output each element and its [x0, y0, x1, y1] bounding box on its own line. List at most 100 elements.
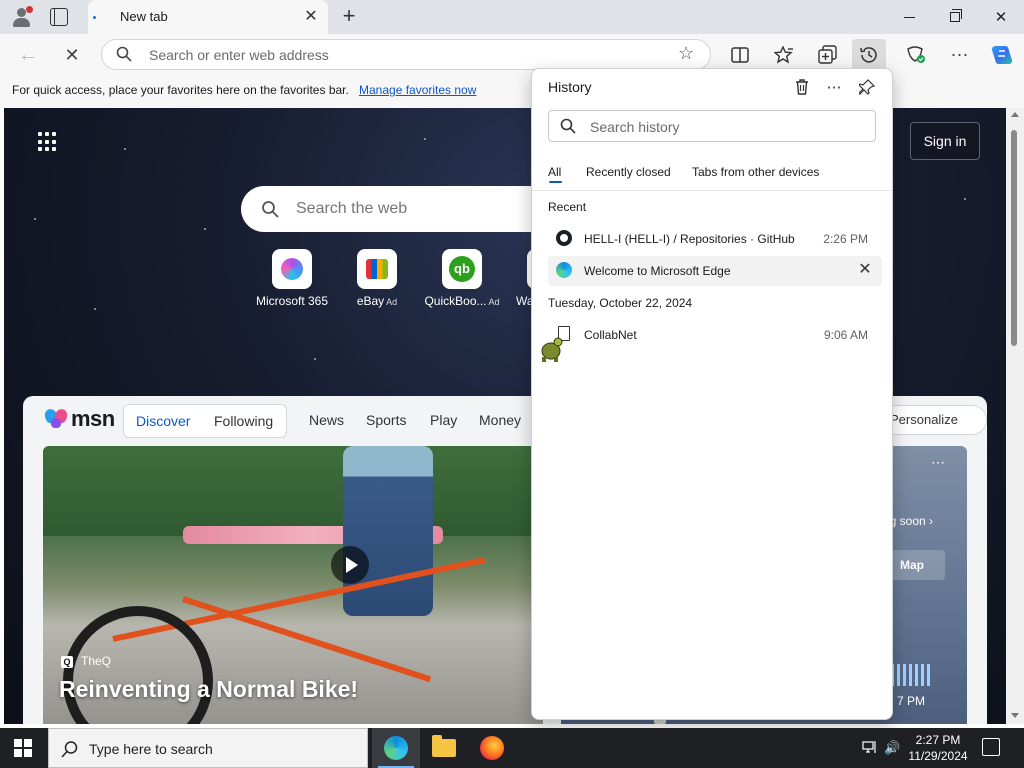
manage-favorites-link[interactable]: Manage favorites now	[359, 83, 476, 97]
web-search-placeholder: Search the web	[296, 200, 408, 217]
personalize-button[interactable]: Personalize	[877, 405, 987, 435]
profile-icon[interactable]	[10, 6, 33, 28]
favorite-star-icon[interactable]: ☆	[678, 43, 694, 64]
scroll-up-icon[interactable]	[1011, 112, 1019, 117]
taskbar: Type here to search 🔊 2:27 PM 11/29/2024	[0, 728, 1024, 768]
msn-logo[interactable]: msn	[42, 406, 115, 432]
nav-sports[interactable]: Sports	[366, 412, 406, 428]
search-icon	[262, 201, 279, 218]
address-placeholder: Search or enter web address	[149, 47, 329, 63]
taskbar-search-box[interactable]: Type here to search	[48, 728, 368, 768]
tab-favicon-icon	[93, 16, 96, 19]
split-screen-icon[interactable]	[726, 41, 754, 69]
notification-center-icon[interactable]	[982, 738, 1000, 756]
source-name: TheQ	[81, 654, 112, 668]
tab-following[interactable]: Following	[214, 413, 273, 429]
history-item-title: CollabNet	[584, 328, 637, 342]
system-clock[interactable]: 2:27 PM 11/29/2024	[902, 732, 974, 764]
ad-label: Ad	[386, 297, 398, 307]
hero-headline[interactable]: Reinventing a Normal Bike!	[59, 676, 358, 703]
divider	[532, 190, 892, 191]
history-search-placeholder: Search history	[590, 119, 680, 135]
stop-loading-icon[interactable]: ✕	[58, 41, 86, 69]
quick-link-label: Microsoft 365	[255, 294, 329, 308]
microsoft-365-icon	[281, 258, 303, 280]
tab-other-devices[interactable]: Tabs from other devices	[692, 165, 819, 179]
card-more-icon[interactable]: ⋯	[931, 454, 946, 471]
copilot-icon[interactable]	[988, 41, 1016, 69]
section-label-date: Tuesday, October 22, 2024	[548, 296, 693, 310]
volume-icon[interactable]: 🔊	[884, 740, 900, 756]
history-panel: History ⋯ Search history All Recently cl…	[531, 68, 893, 720]
history-item[interactable]: Welcome to Microsoft Edge ✕	[548, 256, 882, 286]
clock-time: 2:27 PM	[915, 733, 961, 747]
source-logo-icon: Q	[61, 656, 73, 668]
msn-butterfly-icon	[42, 407, 70, 430]
search-icon	[560, 118, 576, 134]
delete-history-icon[interactable]	[790, 75, 814, 99]
favorites-bar-message: For quick access, place your favorites h…	[12, 83, 349, 97]
tab-strip: New tab ✕ + ✕	[0, 0, 1024, 34]
tab-discover[interactable]: Discover	[136, 413, 190, 429]
favorites-icon[interactable]	[770, 41, 798, 69]
quick-link-label: QuickBoo...	[424, 294, 487, 308]
windows-start-icon[interactable]	[14, 739, 32, 757]
history-item-time: 2:26 PM	[823, 232, 868, 246]
back-icon[interactable]: ←	[14, 41, 42, 69]
history-more-options-icon[interactable]: ⋯	[822, 75, 846, 99]
ebay-icon	[366, 259, 388, 279]
history-item[interactable]: CollabNet 9:06 AM	[548, 320, 882, 350]
history-item-title: HELL-I (HELL-I) / Repositories · GitHub	[584, 232, 795, 246]
quickbooks-icon: qb	[449, 256, 475, 282]
collections-icon[interactable]	[814, 41, 842, 69]
history-icon[interactable]	[852, 39, 886, 71]
network-icon[interactable]	[862, 740, 878, 757]
scroll-down-icon[interactable]	[1011, 713, 1019, 718]
apps-launcher-icon[interactable]	[38, 132, 58, 152]
quick-link-microsoft-365[interactable]: Microsoft 365	[247, 249, 337, 308]
cyclist-image	[343, 446, 433, 616]
tab-all[interactable]: All	[548, 165, 561, 179]
pin-icon[interactable]	[855, 75, 879, 99]
settings-more-icon[interactable]: ⋯	[946, 41, 974, 69]
nav-play[interactable]: Play	[430, 412, 457, 428]
sign-in-button[interactable]: Sign in	[910, 122, 980, 160]
browser-essentials-icon[interactable]	[902, 41, 930, 69]
taskbar-file-explorer[interactable]	[420, 728, 468, 768]
new-tab-icon[interactable]: +	[338, 5, 360, 27]
history-search-input[interactable]: Search history	[548, 110, 876, 142]
scroll-thumb[interactable]	[1011, 130, 1017, 346]
active-tab-indicator	[549, 181, 562, 183]
search-icon	[116, 46, 132, 62]
tab-recently-closed[interactable]: Recently closed	[586, 165, 671, 179]
play-icon[interactable]	[331, 546, 369, 584]
firefox-icon	[480, 736, 504, 760]
taskbar-edge[interactable]	[372, 728, 420, 768]
minimize-button[interactable]	[886, 0, 932, 34]
remove-item-close-icon[interactable]: ✕	[856, 261, 874, 279]
history-title: History	[548, 79, 592, 95]
page-scrollbar[interactable]	[1006, 108, 1024, 724]
quick-link-ebay[interactable]: eBay Ad	[332, 249, 422, 308]
restore-button[interactable]	[932, 0, 978, 34]
nav-money[interactable]: Money	[479, 412, 521, 428]
close-window-button[interactable]: ✕	[978, 0, 1024, 34]
github-icon	[556, 230, 574, 248]
section-label-recent: Recent	[548, 200, 587, 214]
history-item[interactable]: HELL-I (HELL-I) / Repositories · GitHub …	[548, 224, 882, 254]
hero-video-card[interactable]: Q TheQ Reinventing a Normal Bike!	[43, 446, 543, 724]
ad-label: Ad	[488, 297, 500, 307]
tab-close-icon[interactable]: ✕	[302, 8, 320, 26]
folder-icon	[432, 735, 456, 757]
tab-new-tab[interactable]: New tab ✕	[88, 0, 328, 34]
quick-link-quickbooks[interactable]: qb QuickBoo... Ad	[417, 249, 507, 308]
taskbar-firefox[interactable]	[468, 728, 516, 768]
clock-date: 11/29/2024	[908, 749, 968, 763]
history-item-title: Welcome to Microsoft Edge	[584, 264, 731, 278]
feed-mode-toggle: Discover Following	[123, 404, 287, 438]
address-bar[interactable]: Search or enter web address ☆	[101, 39, 711, 70]
nav-news[interactable]: News	[309, 412, 344, 428]
tab-actions-icon[interactable]	[50, 8, 68, 26]
search-icon	[61, 741, 78, 758]
edge-icon	[384, 736, 408, 760]
